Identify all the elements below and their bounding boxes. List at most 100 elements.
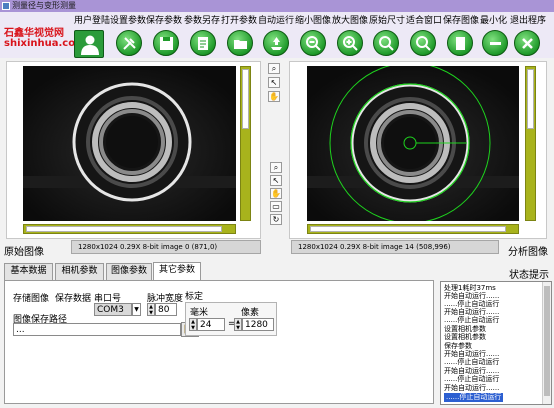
original-size-button[interactable] [373, 30, 399, 56]
menu-save-image[interactable]: 保存图像 [443, 16, 479, 26]
tab-basic-data[interactable]: 基本数据 [4, 263, 53, 280]
hand-icon: ✋ [271, 189, 281, 198]
analysis-image-display[interactable] [307, 66, 519, 221]
user-icon [81, 35, 99, 55]
auto-run-icon [271, 37, 282, 50]
original-image-panel [6, 61, 261, 239]
menu-open-params[interactable]: 打开参数 [221, 16, 257, 26]
menu-save-as[interactable]: 参数另存 [184, 16, 220, 26]
original-ring-image [23, 66, 236, 221]
log-line: 开始自动运行...... [444, 384, 500, 392]
fit-window-button[interactable] [410, 30, 436, 56]
log-line: ......停止自动运行 [444, 375, 500, 383]
auto-run-button[interactable] [263, 30, 289, 56]
original-hscroll[interactable] [23, 224, 236, 234]
menu-auto-run[interactable]: 自动运行 [258, 16, 294, 26]
refresh-tool-right[interactable]: ↻ [270, 214, 282, 225]
log-line: 设置相机参数 [444, 333, 486, 341]
fit-window-icon [416, 36, 431, 51]
menu-fit-window[interactable]: 适合窗口 [406, 16, 442, 26]
status-log[interactable]: 处理1耗时37ms 开始自动运行...... ......停止自动运行 开始自动… [440, 281, 552, 405]
pointer-icon: ↖ [272, 176, 280, 185]
save-image-label: 存储图像 [13, 294, 50, 304]
minimize-button[interactable] [482, 30, 508, 56]
log-scrollbar[interactable] [542, 282, 551, 404]
menu-zoom-in[interactable]: 放大图像 [332, 16, 368, 26]
status-panel-title: 状态提示 [509, 270, 549, 281]
pan-tool-right[interactable]: ✋ [270, 188, 282, 199]
minimize-icon [490, 42, 501, 45]
hand-icon: ✋ [269, 92, 279, 101]
analysis-vscroll[interactable] [525, 66, 536, 221]
pulse-width-stepper[interactable]: ▲ ▼ [147, 303, 155, 316]
original-image-display[interactable] [23, 66, 236, 221]
mm-input[interactable]: 24 [197, 318, 225, 331]
save-as-button[interactable] [190, 30, 216, 56]
menu-original-size[interactable]: 原始尺寸 [369, 16, 405, 26]
title-bar: 测量径与变形测量 [0, 0, 554, 12]
zoom-in-icon [343, 36, 358, 51]
pixel-stepper[interactable]: ▲ ▼ [234, 318, 242, 331]
save-image-button[interactable] [447, 30, 473, 56]
pixel-input[interactable]: 1280 [242, 318, 274, 331]
original-vscroll[interactable] [240, 66, 251, 221]
exit-button[interactable] [514, 30, 540, 56]
original-size-icon [379, 36, 394, 51]
save-data-label: 保存数据 [55, 294, 92, 304]
open-folder-icon [234, 40, 247, 49]
window-title: 测量径与变形测量 [12, 1, 76, 10]
zoom-out-icon [306, 36, 321, 51]
pointer-icon: ↖ [270, 78, 278, 87]
calibration-label: 标定 [185, 292, 204, 302]
pulse-width-input[interactable]: 80 [155, 303, 177, 316]
magnifier-icon: ⌕ [273, 163, 279, 172]
other-params-panel: 存储图像 保存数据 图像保存路径 ... 串口号 COM3 ▼ 脉冲宽度 ▲ ▼ … [4, 280, 434, 404]
tab-camera-params[interactable]: 相机参数 [55, 263, 104, 280]
save-path-input[interactable]: ... [13, 323, 181, 336]
zoom-tool-right[interactable]: ⌕ [270, 162, 282, 173]
tab-other-params[interactable]: 其它参数 [153, 262, 201, 280]
settings-icon [123, 37, 136, 50]
zoom-out-button[interactable] [300, 30, 326, 56]
mm-stepper[interactable]: ▲ ▼ [189, 318, 197, 331]
open-params-button[interactable] [227, 30, 253, 56]
calibration-group: 毫米 ▲ ▼ 24 = 像素 ▲ ▼ 1280 [185, 302, 277, 336]
magnifier-icon: ⌕ [271, 64, 277, 73]
menu-settings[interactable]: 设置参数 [110, 16, 146, 26]
refresh-icon: ↻ [272, 215, 280, 224]
analysis-image-panel [289, 61, 547, 239]
original-image-label: 原始图像 [4, 247, 44, 258]
chevron-down-icon: ▼ [134, 306, 139, 313]
pointer-tool-left[interactable]: ↖ [268, 77, 280, 88]
settings-button[interactable] [116, 30, 142, 56]
pan-tool-left[interactable]: ✋ [268, 91, 280, 102]
rectangle-icon: ▭ [272, 202, 280, 211]
user-login-button[interactable] [74, 30, 104, 58]
menu-minimize[interactable]: 最小化 [480, 16, 507, 26]
port-select[interactable]: COM3 [94, 303, 132, 316]
save-params-button[interactable] [153, 30, 179, 56]
original-image-status: 1280x1024 0.29X 8-bit image 0 (871,0) [71, 240, 261, 254]
analysis-hscroll[interactable] [307, 224, 519, 234]
menu-exit[interactable]: 退出程序 [510, 16, 546, 26]
save-icon [160, 37, 173, 50]
save-as-icon [198, 37, 208, 50]
log-line-selected: ......停止自动运行 [444, 393, 504, 402]
zoom-in-button[interactable] [337, 30, 363, 56]
rect-tool-right[interactable]: ▭ [270, 201, 282, 212]
pointer-tool-right[interactable]: ↖ [270, 175, 282, 186]
zoom-tool-left[interactable]: ⌕ [268, 63, 280, 74]
tab-image-params[interactable]: 图像参数 [106, 263, 152, 280]
analysis-image-status: 1280x1024 0.29X 8-bit image 14 (508,996) [291, 240, 499, 254]
save-image-icon [456, 37, 465, 50]
port-dropdown-button[interactable]: ▼ [132, 303, 141, 316]
app-icon [2, 2, 10, 10]
menu-save-params[interactable]: 保存参数 [146, 16, 182, 26]
pixel-label: 像素 [241, 308, 260, 318]
mm-label: 毫米 [190, 308, 209, 318]
analysis-image-label: 分析图像 [508, 247, 548, 258]
toolbar: 石鑫华视觉网 shixinhua.com 用户登陆 设置参数 保存参数 参数另存… [0, 12, 554, 58]
exit-icon [522, 38, 533, 49]
menu-zoom-out[interactable]: 缩小图像 [295, 16, 331, 26]
menu-user-login[interactable]: 用户登陆 [74, 16, 110, 26]
